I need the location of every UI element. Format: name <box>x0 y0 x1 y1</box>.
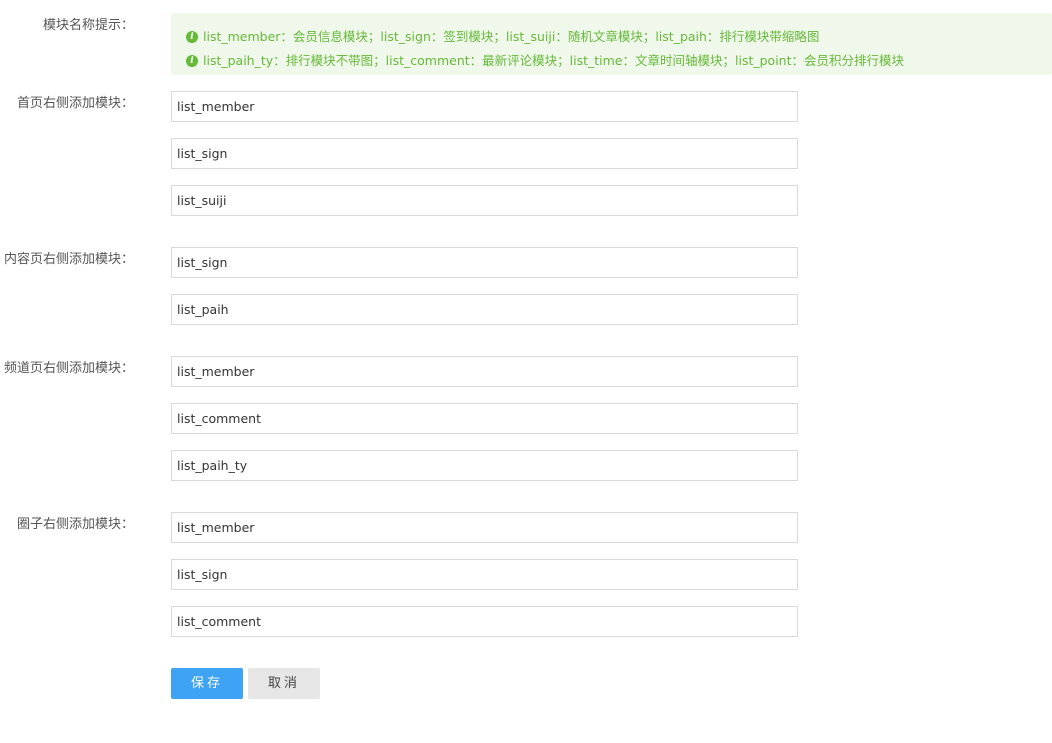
hint-line: i list_paih_ty：排行模块不带图；list_comment：最新评论… <box>186 53 904 69</box>
info-icon: i <box>186 31 198 43</box>
circle-module-input-3[interactable] <box>171 606 798 637</box>
channel-page-module-input-1[interactable] <box>171 356 798 387</box>
circle-module-input-2[interactable] <box>171 559 798 590</box>
homepage-module-input-3[interactable] <box>171 185 798 216</box>
hint-text: list_member：会员信息模块；list_sign：签到模块；list_s… <box>203 29 820 44</box>
content-page-module-input-1[interactable] <box>171 247 798 278</box>
circle-module-input-1[interactable] <box>171 512 798 543</box>
hint-line: i list_member：会员信息模块；list_sign：签到模块；list… <box>186 29 819 45</box>
circle-modules-label: 圈子右侧添加模块： <box>16 517 134 532</box>
hint-text: list_paih_ty：排行模块不带图；list_comment：最新评论模块… <box>203 53 904 68</box>
cancel-button[interactable]: 取消 <box>248 668 320 699</box>
channel-page-modules-label: 频道页右侧添加模块： <box>3 361 134 376</box>
hint-label: 模块名称提示： <box>42 18 134 33</box>
content-page-module-input-2[interactable] <box>171 294 798 325</box>
homepage-module-input-2[interactable] <box>171 138 798 169</box>
channel-page-module-input-2[interactable] <box>171 403 798 434</box>
content-page-modules-label: 内容页右侧添加模块： <box>3 252 134 267</box>
channel-page-module-input-3[interactable] <box>171 450 798 481</box>
homepage-modules-label: 首页右侧添加模块： <box>16 96 134 111</box>
info-icon: i <box>186 55 198 67</box>
homepage-module-input-1[interactable] <box>171 91 798 122</box>
module-hint-box: i list_member：会员信息模块；list_sign：签到模块；list… <box>171 13 1052 75</box>
save-button[interactable]: 保存 <box>171 668 243 699</box>
